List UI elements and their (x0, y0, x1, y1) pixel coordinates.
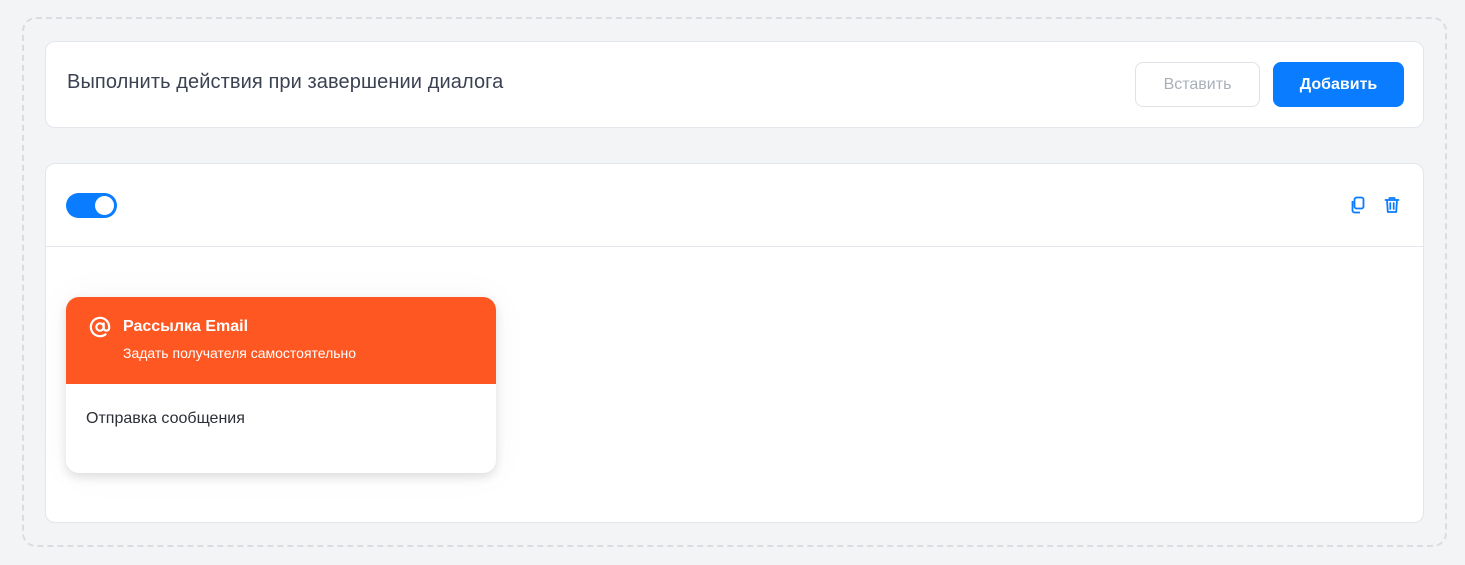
add-button[interactable]: Добавить (1273, 62, 1404, 107)
paste-button[interactable]: Вставить (1135, 62, 1260, 107)
at-sign-icon (89, 316, 111, 338)
action-title: Рассылка Email (123, 318, 249, 335)
toggle-knob (95, 196, 114, 215)
action-card-header: Рассылка Email Задать получателя самосто… (66, 297, 496, 384)
action-subtitle: Задать получателя самостоятельно (123, 345, 357, 361)
trash-icon[interactable] (1382, 195, 1402, 215)
rule-toolbar (46, 164, 1423, 247)
completion-actions-header: Выполнить действия при завершении диалог… (45, 41, 1424, 128)
rule-card: Рассылка Email Задать получателя самосто… (45, 163, 1424, 523)
section-title: Выполнить действия при завершении диалог… (67, 71, 504, 93)
action-description: Отправка сообщения (86, 410, 245, 427)
rule-enabled-toggle[interactable] (66, 193, 117, 218)
copy-icon[interactable] (1347, 195, 1367, 215)
email-action-card[interactable]: Рассылка Email Задать получателя самосто… (66, 297, 496, 473)
